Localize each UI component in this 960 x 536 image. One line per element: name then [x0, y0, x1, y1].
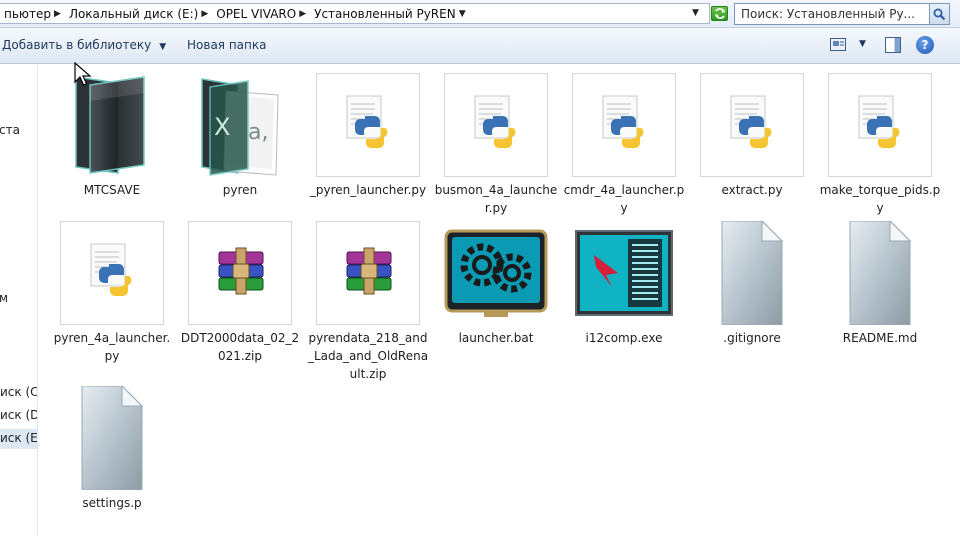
- file-name: settings.p: [82, 496, 142, 510]
- python-file-icon: [700, 73, 804, 177]
- generic-file-icon: [60, 384, 164, 491]
- file-name: pyrendata_218_and_Lada_and_OldRenault.zi…: [307, 331, 429, 381]
- python-file-icon: [60, 221, 164, 325]
- nav-item-drive-c[interactable]: иск (C:): [0, 385, 37, 399]
- preview-pane-icon[interactable]: [885, 37, 901, 53]
- chevron-right-icon[interactable]: ▶: [53, 9, 65, 19]
- svg-text:a,: a,: [248, 120, 268, 145]
- file-name: launcher.bat: [458, 331, 534, 345]
- chevron-right-icon[interactable]: ▶: [298, 9, 310, 19]
- nav-item-favorites[interactable]: ста: [0, 123, 20, 137]
- file-name: _pyren_launcher.py: [309, 183, 427, 197]
- file-name: make_torque_pids.py: [819, 183, 941, 215]
- navigation-pane: ста м иск (C:) иск (D: иск (E:): [0, 65, 38, 536]
- file-name: README.md: [842, 331, 918, 345]
- file-name: cmdr_4a_launcher.py: [563, 183, 685, 215]
- archive-icon: [316, 221, 420, 325]
- file-name: pyren: [222, 183, 258, 197]
- new-folder-label: Новая папка: [187, 38, 267, 52]
- generic-file-icon: [828, 219, 932, 326]
- mouse-cursor-icon: [74, 62, 92, 86]
- file-name: MTCSAVE: [83, 183, 141, 197]
- refresh-icon: [715, 8, 725, 19]
- file-name: i12comp.exe: [585, 331, 663, 345]
- new-folder-button[interactable]: Новая папка: [187, 38, 266, 52]
- search-button[interactable]: [930, 3, 950, 25]
- file-name: pyren_4a_launcher.py: [53, 331, 171, 363]
- search-input[interactable]: Поиск: Установленный Ру...: [734, 3, 930, 25]
- add-to-library-button[interactable]: Добавить в библиотеку ▼: [2, 38, 166, 52]
- python-file-icon: [444, 73, 548, 177]
- add-to-library-label: Добавить в библиотеку: [2, 38, 152, 52]
- breadcrumb[interactable]: пьютер ▶ Локальный диск (E:) ▶ OPEL VIVA…: [0, 3, 710, 24]
- batch-file-icon: [444, 221, 548, 325]
- refresh-button[interactable]: [711, 6, 728, 21]
- breadcrumb-drive-e[interactable]: Локальный диск (E:): [65, 7, 200, 21]
- file-name: DDT2000data_02_2021.zip: [180, 331, 300, 363]
- chevron-down-icon: ▼: [159, 42, 167, 52]
- file-list: MTCSAVE a, X pyren _pyren_launcher.py bu…: [39, 65, 960, 536]
- chevron-right-icon[interactable]: ▶: [200, 9, 212, 19]
- breadcrumb-installed-pyren[interactable]: Установленный PyREN: [310, 7, 458, 21]
- breadcrumb-opel-vivaro[interactable]: OPEL VIVARO: [212, 7, 298, 21]
- nav-item-drive-e[interactable]: иск (E:): [0, 429, 37, 449]
- folder-document-icon: a, X: [188, 73, 292, 177]
- breadcrumb-computer[interactable]: пьютер: [0, 7, 53, 21]
- file-name: .gitignore: [723, 331, 781, 345]
- executable-icon: [572, 221, 676, 325]
- file-name: extract.py: [721, 183, 783, 197]
- view-options-dropdown-icon[interactable]: ▼: [859, 39, 866, 49]
- archive-icon: [188, 221, 292, 325]
- generic-file-icon: [700, 219, 804, 326]
- command-bar: Добавить в библиотеку ▼ Новая папка ▼ ?: [0, 28, 960, 64]
- python-file-icon: [316, 73, 420, 177]
- python-file-icon: [828, 73, 932, 177]
- change-view-icon[interactable]: [830, 38, 846, 51]
- nav-item-drive-d[interactable]: иск (D:: [0, 408, 37, 422]
- folder-icon: [60, 73, 164, 177]
- search-icon: [933, 8, 946, 21]
- address-history-dropdown-icon[interactable]: ▼: [692, 8, 699, 18]
- python-file-icon: [572, 73, 676, 177]
- nav-item-network[interactable]: м: [0, 291, 8, 305]
- file-name: busmon_4a_launcher.py: [434, 183, 558, 215]
- chevron-down-icon[interactable]: ▼: [458, 9, 470, 19]
- svg-text:X: X: [214, 113, 230, 141]
- help-icon[interactable]: ?: [916, 36, 934, 54]
- address-bar: пьютер ▶ Локальный диск (E:) ▶ OPEL VIVA…: [0, 0, 960, 28]
